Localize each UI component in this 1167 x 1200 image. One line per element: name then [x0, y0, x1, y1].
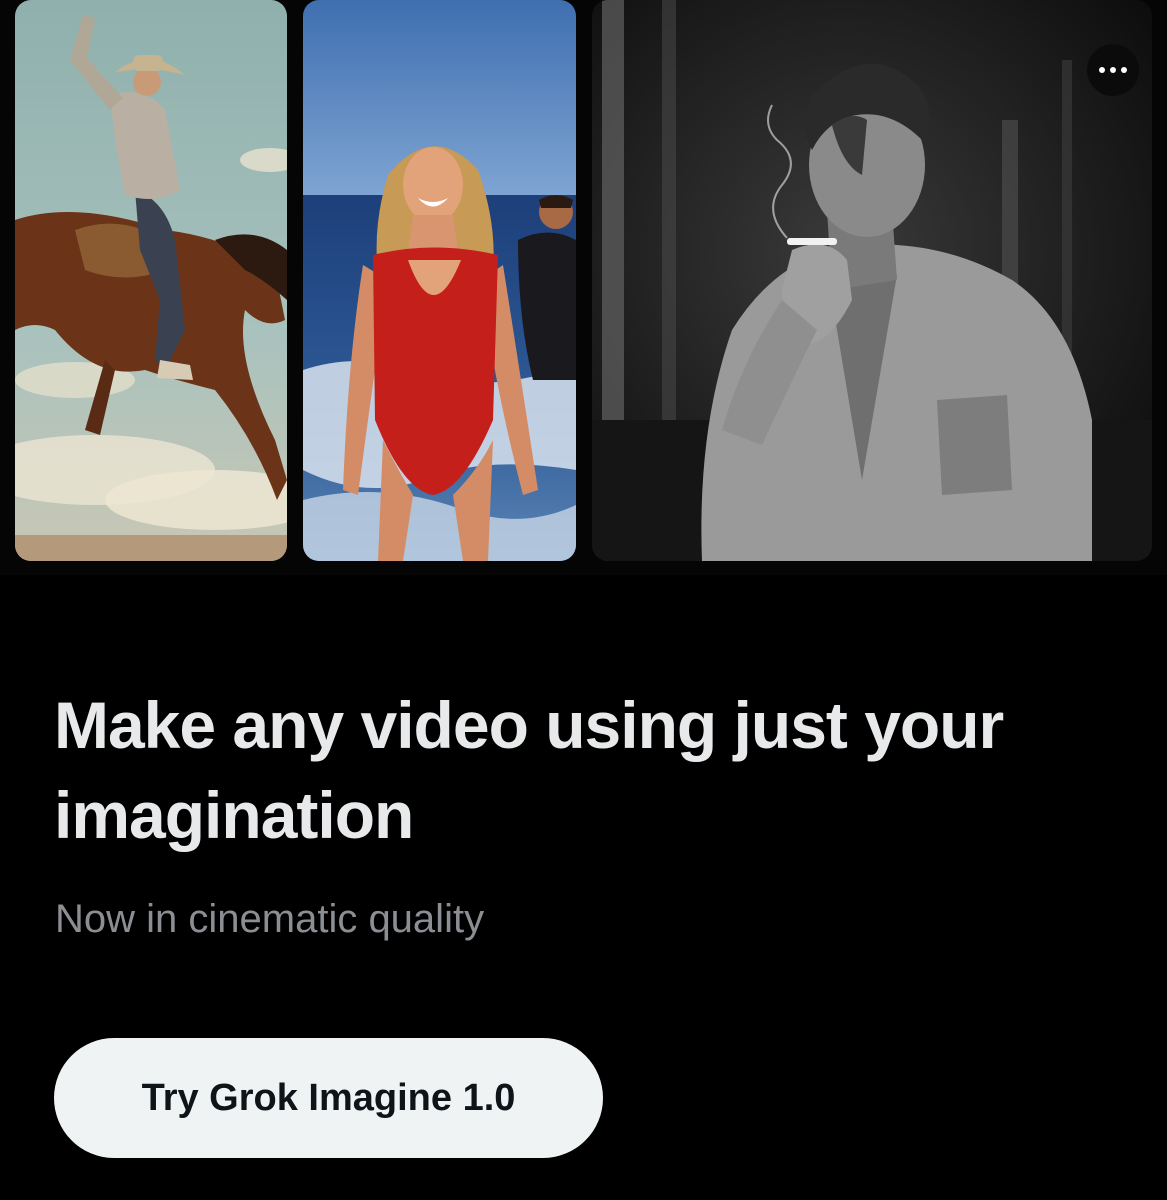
promo-headline: Make any video using just your imaginati…: [54, 688, 1004, 852]
more-dot: [1121, 67, 1127, 73]
gallery-video-portrait[interactable]: [592, 0, 1152, 561]
gallery-video-beach[interactable]: [303, 0, 576, 561]
beach-image: [303, 0, 576, 561]
try-grok-imagine-button[interactable]: Try Grok Imagine 1.0: [54, 1038, 603, 1158]
promo-subheadline: Now in cinematic quality: [55, 897, 485, 941]
more-dot: [1110, 67, 1116, 73]
more-dot: [1099, 67, 1105, 73]
gallery-video-cowboy[interactable]: [15, 0, 287, 561]
video-gallery: [0, 0, 1167, 575]
portrait-image: [592, 0, 1152, 561]
cowboy-image: [15, 0, 287, 561]
more-options-button[interactable]: [1087, 44, 1139, 96]
